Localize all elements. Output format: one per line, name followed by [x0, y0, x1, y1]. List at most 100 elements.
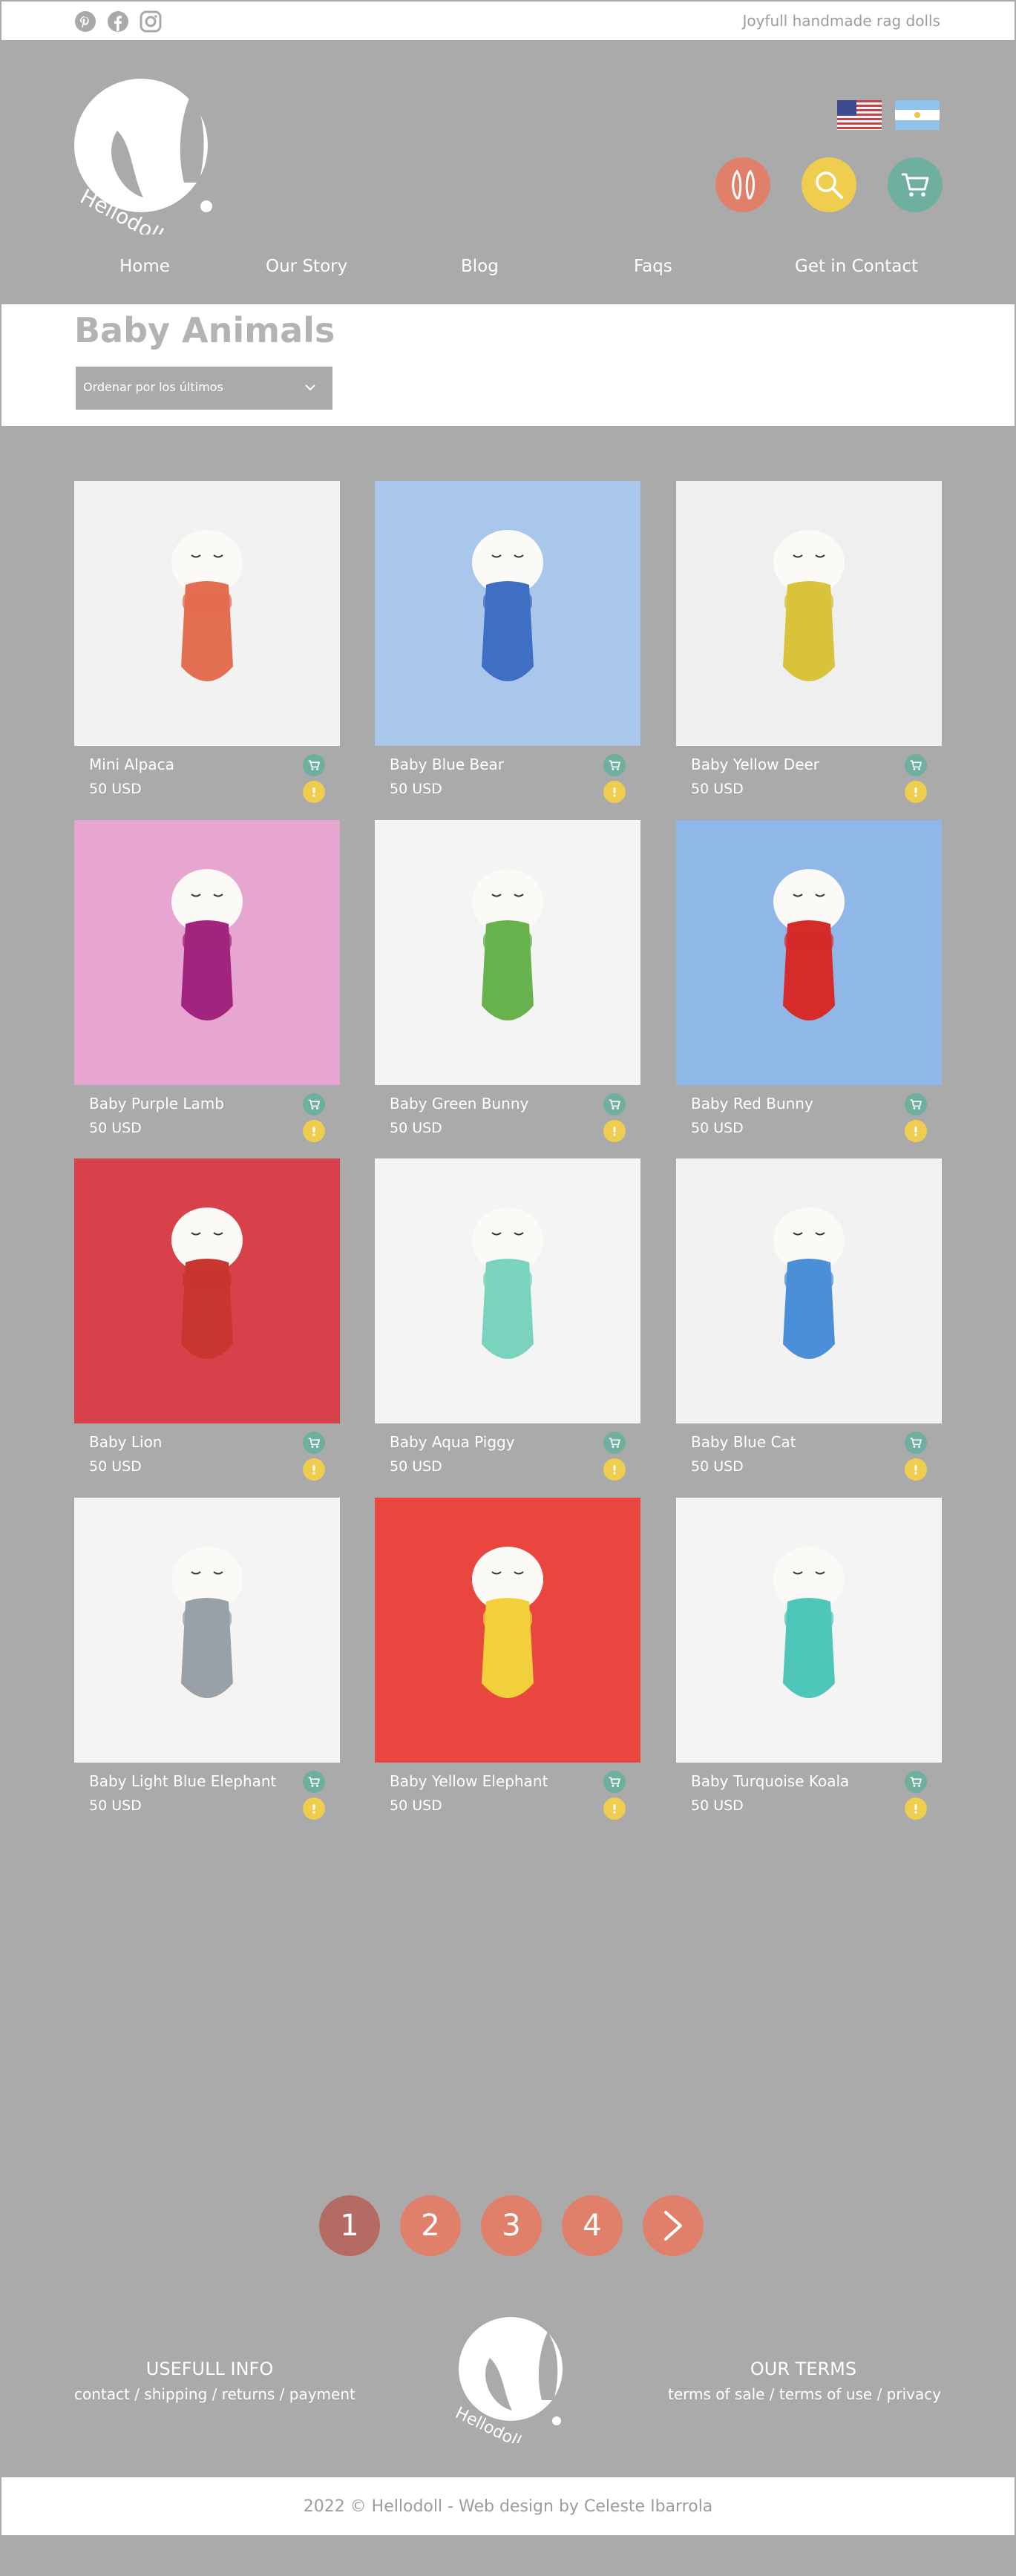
cart-icon — [609, 1777, 621, 1787]
info-button[interactable] — [905, 781, 927, 803]
argentina-flag-icon[interactable] — [895, 100, 940, 130]
product-card[interactable]: Baby Blue Bear 50 USD — [375, 481, 640, 807]
product-card[interactable]: Baby Yellow Elephant 50 USD — [375, 1498, 640, 1824]
nav-faqs[interactable]: Faqs — [634, 257, 672, 276]
add-to-cart-button[interactable] — [905, 754, 927, 776]
info-button[interactable] — [303, 781, 325, 803]
info-icon — [914, 1465, 917, 1475]
product-image[interactable] — [676, 1498, 942, 1763]
add-to-cart-button[interactable] — [905, 1093, 927, 1115]
product-price: 50 USD — [691, 781, 744, 797]
cart-icon — [308, 760, 321, 770]
product-image[interactable] — [74, 820, 340, 1085]
product-name[interactable]: Baby Green Bunny — [390, 1095, 528, 1112]
product-name[interactable]: Baby Turquoise Koala — [691, 1772, 849, 1790]
sort-select[interactable]: Ordenar por los últimos — [76, 367, 332, 410]
our-terms-links[interactable]: terms of sale / terms of use / privacy — [668, 2385, 941, 2403]
info-button[interactable] — [603, 1120, 626, 1142]
footer-logo[interactable]: Hellodoll — [452, 2317, 564, 2451]
instagram-icon[interactable] — [140, 10, 162, 33]
bunny-button[interactable] — [715, 157, 770, 212]
product-name[interactable]: Baby Yellow Deer — [691, 756, 819, 773]
product-card[interactable]: Baby Turquoise Koala 50 USD — [676, 1498, 942, 1824]
product-name[interactable]: Baby Lion — [89, 1433, 162, 1451]
add-to-cart-button[interactable] — [303, 1771, 325, 1793]
add-to-cart-button[interactable] — [303, 1093, 325, 1115]
page-3-button[interactable]: 3 — [481, 2195, 542, 2256]
nav-blog[interactable]: Blog — [461, 257, 499, 276]
hellodoll-logo[interactable]: Hellodoll — [73, 71, 229, 248]
page-1-button[interactable]: 1 — [319, 2195, 380, 2256]
product-card[interactable]: Baby Blue Cat 50 USD — [676, 1158, 942, 1485]
page-2-button[interactable]: 2 — [400, 2195, 461, 2256]
add-to-cart-button[interactable] — [303, 754, 325, 776]
nav-our-story[interactable]: Our Story — [266, 257, 347, 276]
product-image[interactable] — [676, 481, 942, 746]
add-to-cart-button[interactable] — [603, 1093, 626, 1115]
info-icon — [312, 787, 315, 797]
product-image[interactable] — [375, 481, 640, 746]
product-image[interactable] — [676, 1158, 942, 1423]
product-card[interactable]: Baby Lion 50 USD — [74, 1158, 340, 1485]
info-button[interactable] — [603, 781, 626, 803]
product-card[interactable]: Baby Aqua Piggy 50 USD — [375, 1158, 640, 1485]
product-card[interactable]: Baby Green Bunny 50 USD — [375, 820, 640, 1147]
product-name[interactable]: Baby Yellow Elephant — [390, 1772, 548, 1790]
add-to-cart-button[interactable] — [905, 1432, 927, 1454]
cart-icon — [308, 1777, 321, 1787]
product-image[interactable] — [375, 820, 640, 1085]
info-icon — [613, 787, 616, 797]
product-name[interactable]: Baby Blue Cat — [691, 1433, 796, 1451]
info-button[interactable] — [603, 1458, 626, 1481]
info-icon — [613, 1465, 616, 1475]
product-price: 50 USD — [390, 781, 442, 797]
info-button[interactable] — [603, 1797, 626, 1820]
info-button[interactable] — [905, 1120, 927, 1142]
add-to-cart-button[interactable] — [603, 1432, 626, 1454]
add-to-cart-button[interactable] — [603, 1771, 626, 1793]
search-button[interactable] — [802, 157, 856, 212]
product-card[interactable]: Baby Red Bunny 50 USD — [676, 820, 942, 1147]
facebook-icon[interactable] — [107, 10, 129, 33]
add-to-cart-button[interactable] — [905, 1771, 927, 1793]
product-image[interactable] — [676, 820, 942, 1085]
pagination: 1 2 3 4 — [319, 2195, 704, 2256]
product-name[interactable]: Baby Red Bunny — [691, 1095, 813, 1112]
product-name[interactable]: Mini Alpaca — [89, 756, 174, 773]
page-4-button[interactable]: 4 — [562, 2195, 623, 2256]
info-button[interactable] — [303, 1120, 325, 1142]
product-price: 50 USD — [89, 1458, 142, 1475]
product-image[interactable] — [375, 1498, 640, 1763]
next-page-button[interactable] — [643, 2195, 704, 2256]
product-image[interactable] — [375, 1158, 640, 1423]
add-to-cart-button[interactable] — [603, 754, 626, 776]
product-price: 50 USD — [390, 1120, 442, 1136]
info-button[interactable] — [303, 1797, 325, 1820]
product-card[interactable]: Baby Yellow Deer 50 USD — [676, 481, 942, 807]
product-card[interactable]: Baby Light Blue Elephant 50 USD — [74, 1498, 340, 1824]
info-icon — [613, 1804, 616, 1814]
product-name[interactable]: Baby Aqua Piggy — [390, 1433, 515, 1451]
product-name[interactable]: Baby Blue Bear — [390, 756, 504, 773]
info-button[interactable] — [905, 1797, 927, 1820]
tagline: Joyfull handmade rag dolls — [742, 12, 940, 30]
product-image[interactable] — [74, 1158, 340, 1423]
product-name[interactable]: Baby Light Blue Elephant — [89, 1772, 276, 1790]
info-button[interactable] — [303, 1458, 325, 1481]
product-image[interactable] — [74, 1498, 340, 1763]
cart-button[interactable] — [888, 157, 943, 212]
add-to-cart-button[interactable] — [303, 1432, 325, 1454]
useful-info-links[interactable]: contact / shipping / returns / payment — [74, 2385, 355, 2403]
chevron-right-icon — [664, 2211, 682, 2241]
product-card[interactable]: Mini Alpaca 50 USD — [74, 481, 340, 807]
nav-home[interactable]: Home — [119, 257, 170, 276]
info-button[interactable] — [905, 1458, 927, 1481]
us-flag-icon[interactable] — [837, 100, 882, 130]
product-name[interactable]: Baby Purple Lamb — [89, 1095, 224, 1112]
copyright-bar: 2022 © Hellodoll - Web design by Celeste… — [0, 2476, 1016, 2537]
product-image[interactable] — [74, 481, 340, 746]
nav-get-in-contact[interactable]: Get in Contact — [795, 257, 918, 276]
product-price: 50 USD — [691, 1120, 744, 1136]
pinterest-icon[interactable] — [74, 10, 96, 33]
product-card[interactable]: Baby Purple Lamb 50 USD — [74, 820, 340, 1147]
